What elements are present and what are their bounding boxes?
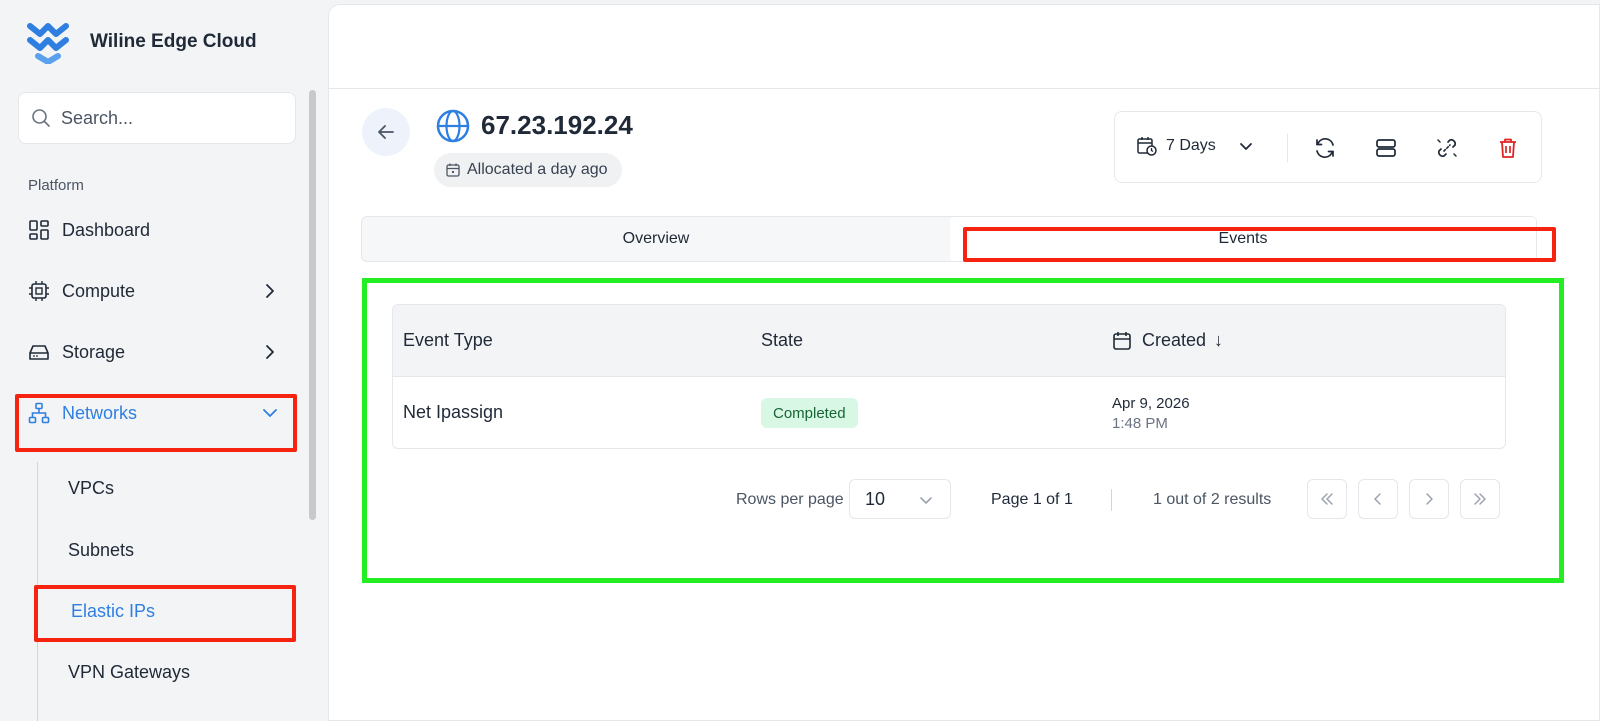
allocated-badge: Allocated a day ago bbox=[434, 153, 622, 187]
cell-event-type: Net Ipassign bbox=[403, 402, 504, 422]
globe-icon bbox=[436, 109, 470, 143]
column-header-created[interactable]: Created ↓ bbox=[1112, 330, 1223, 351]
calendar-clock-icon bbox=[1137, 137, 1157, 156]
chevron-right-icon bbox=[266, 345, 274, 359]
sidebar-subitem-subnets[interactable]: Subnets bbox=[68, 540, 134, 561]
submenu-guide-line bbox=[37, 462, 38, 721]
chevrons-left-icon bbox=[1321, 493, 1333, 505]
sidebar-item-label: Compute bbox=[62, 280, 136, 301]
chevron-down-icon bbox=[263, 409, 277, 417]
sidebar-subitem-vpcs[interactable]: VPCs bbox=[68, 478, 114, 499]
sidebar-item-label: Storage bbox=[62, 341, 126, 362]
sidebar-subitem-vpn-gateways[interactable]: VPN Gateways bbox=[68, 662, 190, 683]
unlink-icon[interactable] bbox=[1435, 136, 1459, 160]
brand[interactable]: Wiline Edge Cloud bbox=[26, 20, 257, 64]
main-panel: 67.23.192.24 Allocated a day ago 7 Days bbox=[328, 4, 1600, 721]
search-input[interactable] bbox=[61, 107, 281, 129]
cell-created-time: 1:48 PM bbox=[1112, 415, 1168, 432]
column-header-event-type[interactable]: Event Type bbox=[403, 330, 493, 351]
cpu-icon bbox=[29, 281, 49, 301]
next-page-button[interactable] bbox=[1409, 479, 1449, 519]
rows-per-page-label: Rows per page bbox=[736, 491, 844, 508]
first-page-button[interactable] bbox=[1307, 479, 1347, 519]
page-indicator: Page 1 of 1 bbox=[991, 491, 1073, 508]
chevrons-right-icon bbox=[1474, 493, 1486, 505]
trash-icon[interactable] bbox=[1496, 136, 1520, 160]
sidebar: Wiline Edge Cloud Platform Dashboard Com… bbox=[0, 0, 320, 721]
tab-bar: Overview Events bbox=[361, 216, 1537, 262]
sidebar-item-storage[interactable]: Storage bbox=[18, 326, 296, 378]
rows-per-page-value: 10 bbox=[865, 488, 886, 509]
cell-created-date: Apr 9, 2026 bbox=[1112, 395, 1190, 412]
dashboard-icon bbox=[29, 220, 49, 240]
time-range-select[interactable]: 7 Days bbox=[1137, 136, 1254, 156]
calendar-icon bbox=[446, 163, 460, 177]
sidebar-subitem-elastic-ips[interactable]: Elastic IPs bbox=[71, 601, 155, 622]
column-header-state[interactable]: State bbox=[761, 330, 803, 351]
refresh-icon[interactable] bbox=[1313, 136, 1337, 160]
sidebar-item-label: Dashboard bbox=[62, 219, 151, 240]
search-icon bbox=[32, 109, 50, 127]
back-button[interactable] bbox=[362, 108, 410, 156]
sidebar-item-label: Networks bbox=[62, 402, 138, 423]
section-label-platform: Platform bbox=[28, 177, 84, 194]
rows-per-page-select[interactable]: 10 bbox=[849, 479, 951, 519]
tab-events[interactable]: Events bbox=[950, 217, 1536, 261]
column-header-label: Created bbox=[1142, 330, 1207, 350]
sidebar-item-compute[interactable]: Compute bbox=[18, 265, 296, 317]
chevron-right-icon bbox=[266, 284, 274, 298]
chevron-right-icon bbox=[1426, 493, 1433, 505]
results-count: 1 out of 2 results bbox=[1153, 491, 1272, 508]
brand-name: Wiline Edge Cloud bbox=[90, 31, 257, 52]
sidebar-item-dashboard[interactable]: Dashboard bbox=[18, 204, 296, 256]
search-box[interactable] bbox=[18, 92, 296, 144]
toolbar-divider bbox=[1287, 134, 1288, 162]
chevron-down-icon bbox=[1239, 143, 1252, 150]
page-title: 67.23.192.24 bbox=[481, 110, 633, 140]
table-header: Event Type State Created ↓ bbox=[393, 305, 1505, 377]
toolbar: 7 Days bbox=[1114, 111, 1542, 183]
allocated-text: Allocated a day ago bbox=[467, 161, 608, 178]
chevron-down-icon bbox=[920, 497, 932, 504]
pagination-divider bbox=[1111, 489, 1112, 511]
events-table: Event Type State Created ↓ Net Ipassign … bbox=[392, 304, 1506, 449]
time-range-label: 7 Days bbox=[1166, 137, 1216, 154]
brand-logo-icon bbox=[27, 23, 69, 64]
arrow-left-icon bbox=[378, 125, 394, 139]
status-badge: Completed bbox=[761, 398, 858, 428]
last-page-button[interactable] bbox=[1460, 479, 1500, 519]
server-icon[interactable] bbox=[1374, 136, 1398, 160]
top-bar bbox=[329, 5, 1599, 89]
network-icon bbox=[28, 402, 50, 424]
chevron-left-icon bbox=[1374, 493, 1381, 505]
calendar-icon bbox=[1113, 331, 1131, 350]
hard-drive-icon bbox=[29, 345, 49, 360]
sidebar-scrollbar[interactable] bbox=[309, 90, 316, 520]
tab-overview[interactable]: Overview bbox=[362, 217, 950, 261]
sort-desc-icon[interactable]: ↓ bbox=[1214, 330, 1223, 351]
prev-page-button[interactable] bbox=[1358, 479, 1398, 519]
sidebar-item-networks[interactable]: Networks bbox=[18, 387, 296, 439]
